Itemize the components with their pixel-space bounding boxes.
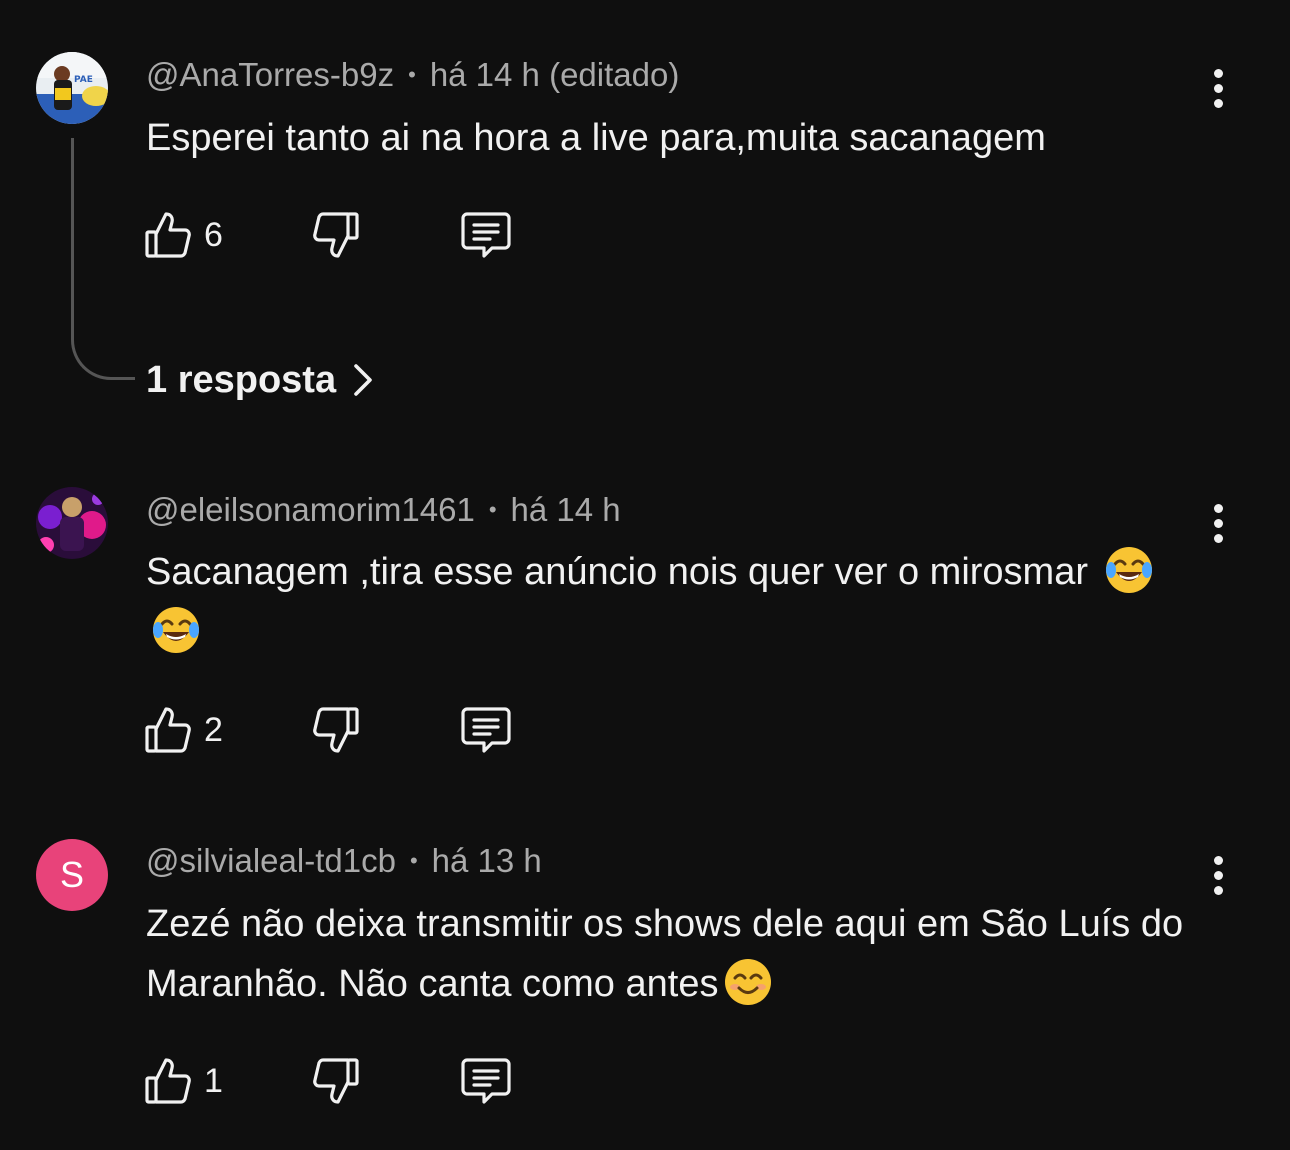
thumbs-down-icon (313, 707, 359, 753)
comment-icon (461, 707, 511, 753)
tears-of-joy-emoji (153, 607, 199, 653)
thumbs-down-icon (313, 1058, 359, 1104)
comment-text: Sacanagem ,tira esse anúncio nois quer v… (146, 542, 1196, 662)
comment-menu-button[interactable] (1198, 853, 1238, 897)
comment-author[interactable]: @silvialeal-td1cb (146, 842, 396, 879)
reply-button[interactable] (460, 705, 512, 755)
comment-menu-button[interactable] (1198, 501, 1238, 545)
reply-button[interactable] (460, 1056, 512, 1106)
avatar[interactable]: PAE (36, 52, 108, 124)
dislike-button[interactable] (312, 210, 362, 260)
tears-of-joy-emoji (1105, 547, 1152, 593)
comment-time[interactable]: há 14 h (511, 491, 621, 528)
more-vertical-icon-dot (1213, 885, 1223, 895)
chevron-right-icon (354, 364, 372, 396)
thumbs-up-icon (145, 212, 191, 258)
like-button[interactable]: 6 (144, 210, 223, 260)
comment-author[interactable]: @AnaTorres-b9z (146, 56, 394, 93)
comment-time[interactable]: há 14 h (editado) (430, 56, 680, 93)
comment-item: @eleilsonamorim1461 • há 14 h Sacanagem ,t… (0, 440, 1290, 790)
smiling-face-emoji (725, 959, 772, 1005)
reply-button[interactable] (460, 210, 512, 260)
more-vertical-icon-dot (1213, 98, 1223, 108)
avatar-letter: S (59, 854, 84, 895)
comment-icon (461, 1058, 511, 1104)
comment-text-content: Esperei tanto ai na hora a live para,mui… (146, 117, 1046, 159)
comment-actions: 6 (144, 210, 544, 260)
like-button[interactable]: 1 (144, 1056, 223, 1106)
meta-separator: • (488, 497, 497, 522)
more-vertical-icon (1213, 855, 1223, 865)
avatar[interactable]: S (36, 839, 108, 911)
dislike-button[interactable] (312, 705, 362, 755)
view-replies-button[interactable]: 1 resposta (146, 354, 374, 406)
more-vertical-icon (1213, 68, 1223, 78)
more-vertical-icon-dot (1213, 518, 1223, 528)
comment-meta: @AnaTorres-b9z • há 14 h (editado) (146, 56, 679, 94)
like-count: 2 (204, 710, 223, 749)
more-vertical-icon-dot (1213, 83, 1223, 93)
thumbs-down-icon (313, 212, 359, 258)
comment-meta: @eleilsonamorim1461 • há 14 h (146, 491, 621, 529)
dislike-button[interactable] (312, 1056, 362, 1106)
comment-actions: 1 (144, 1056, 544, 1106)
comments-list: PAE @AnaTorres-b9z • há 14 h (editado) Esp… (0, 0, 1290, 1150)
avatar-badge-text: PAE (74, 75, 93, 85)
meta-separator: • (409, 848, 418, 873)
thumbs-up-icon (145, 707, 191, 753)
replies-label: 1 resposta (146, 358, 337, 401)
comment-item: PAE @AnaTorres-b9z • há 14 h (editado) Esp… (0, 0, 1290, 440)
comment-meta: @silvialeal-td1cb • há 13 h (146, 842, 542, 880)
comment-menu-button[interactable] (1198, 66, 1238, 110)
comment-item: S @silvialeal-td1cb • há 13 h Zezé não dei… (0, 790, 1290, 1150)
like-count: 6 (204, 215, 223, 254)
comment-text: Esperei tanto ai na hora a live para,mui… (146, 108, 1196, 168)
comment-icon (461, 212, 511, 258)
like-count: 1 (204, 1061, 223, 1100)
thread-connector (71, 138, 135, 380)
comment-text-content: Zezé não deixa transmitir os shows dele … (146, 903, 1184, 1005)
thumbs-up-icon (145, 1058, 191, 1104)
comment-author[interactable]: @eleilsonamorim1461 (146, 491, 475, 528)
more-vertical-icon-dot (1213, 533, 1223, 543)
comment-time[interactable]: há 13 h (432, 842, 542, 879)
like-button[interactable]: 2 (144, 705, 223, 755)
comment-text: Zezé não deixa transmitir os shows dele … (146, 894, 1196, 1014)
comment-actions: 2 (144, 705, 544, 755)
more-vertical-icon-dot (1213, 870, 1223, 880)
comment-text-content: Sacanagem ,tira esse anúncio nois quer v… (146, 551, 1089, 593)
meta-separator: • (408, 62, 416, 87)
more-vertical-icon (1213, 503, 1223, 513)
avatar[interactable] (36, 487, 108, 559)
